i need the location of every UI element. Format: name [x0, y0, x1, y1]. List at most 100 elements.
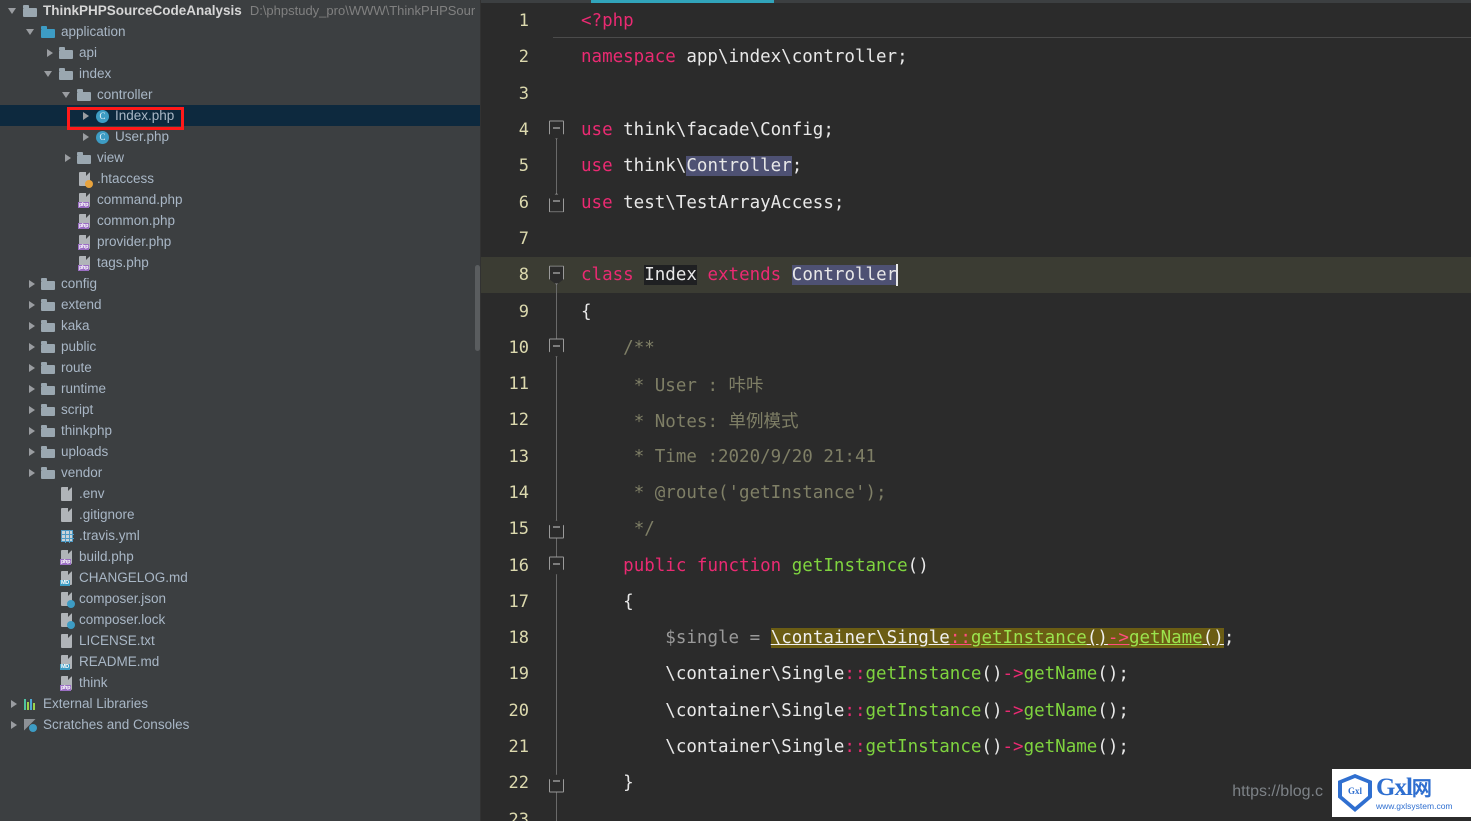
- chevron-right-icon[interactable]: [26, 341, 37, 352]
- code-line[interactable]: 2 namespace app\index\controller;: [481, 39, 1471, 75]
- chevron-right-icon[interactable]: [26, 362, 37, 373]
- tree-item-provider-php[interactable]: php provider.php: [0, 231, 481, 252]
- tree-item-external-libraries[interactable]: External Libraries: [0, 693, 481, 714]
- chevron-right-icon[interactable]: [8, 698, 19, 709]
- chevron-right-icon[interactable]: [26, 278, 37, 289]
- fold-gutter[interactable]: [543, 728, 571, 766]
- tree-item-user-php[interactable]: C User.php: [0, 126, 481, 147]
- code-line[interactable]: 3: [481, 76, 1471, 112]
- code-line[interactable]: 16 public function getInstance(): [481, 547, 1471, 584]
- code-line[interactable]: 20 \container\Single::getInstance()->get…: [481, 692, 1471, 729]
- chevron-right-icon[interactable]: [26, 467, 37, 478]
- fold-collapse-icon[interactable]: [549, 519, 564, 539]
- fold-gutter[interactable]: [543, 438, 571, 475]
- chevron-right-icon[interactable]: [26, 299, 37, 310]
- chevron-right-icon[interactable]: [8, 719, 19, 730]
- tree-item-kaka[interactable]: kaka: [0, 315, 481, 336]
- code-line-current[interactable]: 8 class Index extends Controller: [481, 257, 1471, 294]
- tree-item-common-php[interactable]: php common.php: [0, 210, 481, 231]
- project-tree-panel[interactable]: ThinkPHPSourceCodeAnalysis D:\phpstudy_pr…: [0, 0, 481, 821]
- tree-item-thinkphp[interactable]: thinkphp: [0, 420, 481, 441]
- code-line[interactable]: 14 * @route('getInstance');: [481, 474, 1471, 512]
- tree-item-runtime[interactable]: runtime: [0, 378, 481, 399]
- fold-gutter[interactable]: [543, 402, 571, 439]
- code-line[interactable]: 19 \container\Single::getInstance()->get…: [481, 656, 1471, 693]
- code-line[interactable]: 6 use test\TestArrayAccess;: [481, 184, 1471, 220]
- tree-item-scratches-and-consoles[interactable]: Scratches and Consoles: [0, 714, 481, 735]
- chevron-right-icon[interactable]: [26, 446, 37, 457]
- tree-item-composer-lock[interactable]: composer.lock: [0, 609, 481, 630]
- fold-gutter[interactable]: [543, 620, 571, 657]
- code-line[interactable]: 18 $single = \container\Single::getInsta…: [481, 620, 1471, 657]
- tree-item-index-php[interactable]: C Index.php: [0, 105, 481, 126]
- fold-gutter[interactable]: [543, 765, 571, 802]
- fold-gutter[interactable]: [543, 365, 571, 403]
- chevron-right-icon[interactable]: [26, 383, 37, 394]
- chevron-down-icon[interactable]: [44, 68, 55, 79]
- chevron-right-icon[interactable]: [26, 320, 37, 331]
- fold-gutter[interactable]: [543, 221, 571, 257]
- code-line[interactable]: 4 use think\facade\Config;: [481, 112, 1471, 149]
- code-editor[interactable]: 1 <?php 2 namespace app\index\controller…: [481, 0, 1471, 821]
- fold-collapse-icon[interactable]: [549, 773, 564, 793]
- fold-gutter[interactable]: [543, 184, 571, 220]
- chevron-right-icon[interactable]: [80, 110, 91, 121]
- fold-collapse-icon[interactable]: [549, 338, 564, 358]
- code-line[interactable]: 23: [481, 801, 1471, 821]
- tree-item-changelog-md[interactable]: MD CHANGELOG.md: [0, 567, 481, 588]
- fold-gutter[interactable]: [543, 39, 571, 75]
- tree-item-uploads[interactable]: uploads: [0, 441, 481, 462]
- code-line[interactable]: 17 {: [481, 583, 1471, 621]
- tree-item-htaccess[interactable]: .htaccess: [0, 168, 481, 189]
- tree-item-composer-json[interactable]: composer.json: [0, 588, 481, 609]
- fold-gutter[interactable]: [543, 329, 571, 366]
- tree-item-build-php[interactable]: php build.php: [0, 546, 481, 567]
- fold-gutter[interactable]: [543, 656, 571, 693]
- fold-collapse-icon[interactable]: [549, 120, 564, 140]
- fold-gutter[interactable]: [543, 474, 571, 512]
- chevron-down-icon[interactable]: [62, 89, 73, 100]
- code-line[interactable]: 5 use think\Controller;: [481, 148, 1471, 185]
- tree-item-api[interactable]: api: [0, 42, 481, 63]
- fold-gutter[interactable]: [543, 511, 571, 548]
- tree-item-think[interactable]: php think: [0, 672, 481, 693]
- code-line[interactable]: 12 * Notes: 单例模式: [481, 402, 1471, 439]
- fold-gutter[interactable]: [543, 293, 571, 330]
- fold-gutter[interactable]: [543, 112, 571, 149]
- tree-item-route[interactable]: route: [0, 357, 481, 378]
- tree-item-readme-md[interactable]: MD README.md: [0, 651, 481, 672]
- code-line[interactable]: 10 /**: [481, 329, 1471, 366]
- code-line[interactable]: 1 <?php: [481, 3, 1471, 39]
- code-lines-container[interactable]: 1 <?php 2 namespace app\index\controller…: [481, 3, 1471, 821]
- chevron-right-icon[interactable]: [26, 404, 37, 415]
- tree-item-license-txt[interactable]: LICENSE.txt: [0, 630, 481, 651]
- fold-gutter[interactable]: [543, 801, 571, 821]
- code-line[interactable]: 15 */: [481, 511, 1471, 548]
- tree-item-command-php[interactable]: php command.php: [0, 189, 481, 210]
- tree-item-config[interactable]: config: [0, 273, 481, 294]
- chevron-right-icon[interactable]: [62, 152, 73, 163]
- fold-gutter[interactable]: [543, 692, 571, 729]
- fold-collapse-icon[interactable]: [549, 193, 564, 213]
- chevron-right-icon[interactable]: [80, 131, 91, 142]
- tree-item-application[interactable]: application: [0, 21, 481, 42]
- chevron-right-icon[interactable]: [26, 425, 37, 436]
- code-line[interactable]: 21 \container\Single::getInstance()->get…: [481, 728, 1471, 766]
- fold-gutter[interactable]: [543, 583, 571, 621]
- code-line[interactable]: 13 * Time :2020/9/20 21:41: [481, 438, 1471, 475]
- fold-gutter[interactable]: [543, 257, 571, 294]
- fold-gutter[interactable]: [543, 76, 571, 112]
- fold-collapse-icon[interactable]: [549, 556, 564, 576]
- tree-item-extend[interactable]: extend: [0, 294, 481, 315]
- code-line[interactable]: 7: [481, 221, 1471, 257]
- tree-item-script[interactable]: script: [0, 399, 481, 420]
- tree-item-public[interactable]: public: [0, 336, 481, 357]
- chevron-down-icon[interactable]: [8, 5, 19, 16]
- tree-item-thinkphpsourcecodeanalysis[interactable]: ThinkPHPSourceCodeAnalysis D:\phpstudy_pr…: [0, 0, 481, 21]
- tree-item-env[interactable]: .env: [0, 483, 481, 504]
- tree-item-view[interactable]: view: [0, 147, 481, 168]
- chevron-down-icon[interactable]: [26, 26, 37, 37]
- chevron-right-icon[interactable]: [44, 47, 55, 58]
- tree-item-tags-php[interactable]: php tags.php: [0, 252, 481, 273]
- code-line[interactable]: 9 {: [481, 293, 1471, 330]
